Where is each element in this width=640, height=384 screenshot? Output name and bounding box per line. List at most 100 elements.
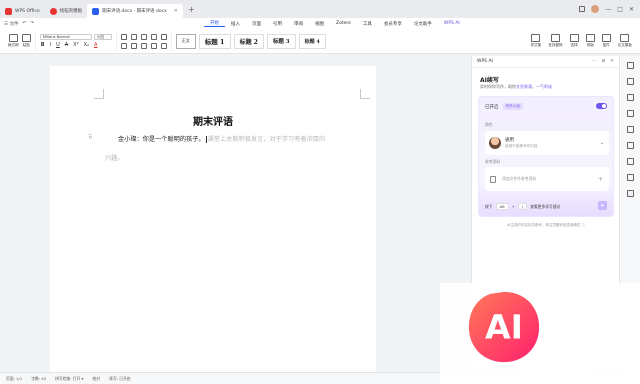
- search-icon: [550, 34, 560, 42]
- cursor-icon[interactable]: [626, 78, 634, 85]
- ai-panel-title: WPS AI: [477, 59, 493, 64]
- margin-mark: [360, 89, 370, 99]
- layout-icon[interactable]: [579, 6, 586, 12]
- word-count[interactable]: 字数: 40: [31, 376, 46, 382]
- word-doc-icon: [92, 7, 100, 15]
- persona-tag[interactable]: 写作人设: [502, 103, 523, 110]
- minimize-button[interactable]: —: [605, 6, 611, 13]
- continue-status[interactable]: 续写: 已开启: [109, 376, 130, 382]
- tab-document[interactable]: 期末评语.docx · 期末评语.docx ✕: [87, 4, 183, 18]
- menu-view[interactable]: 视图: [309, 21, 330, 27]
- align-right-icon[interactable]: [140, 42, 147, 49]
- undo-icon[interactable]: ↶: [22, 21, 26, 26]
- justify-icon[interactable]: [150, 42, 157, 49]
- bold-button[interactable]: B: [40, 42, 46, 48]
- find-replace-button[interactable]: 查找替换: [548, 34, 563, 48]
- spell-check[interactable]: 拼写检查: 打开 ▾: [55, 376, 83, 382]
- align-center-icon[interactable]: [130, 42, 137, 49]
- plugins-button[interactable]: 插件: [601, 34, 611, 48]
- add-icon[interactable]: +: [598, 176, 603, 183]
- menu-page[interactable]: 页面: [246, 21, 267, 27]
- close-icon[interactable]: ✕: [610, 59, 614, 64]
- select-button[interactable]: 选择: [569, 34, 579, 48]
- document-page[interactable]: 期末评语 ⠿ 金小璨：你是一个聪明的孩子。 课堂上总能积极发言，对于学习有着浓厚的…: [50, 66, 376, 380]
- tab-templates[interactable]: 找稻壳模板: [45, 4, 88, 18]
- page-count[interactable]: 页面: 1/1: [6, 376, 22, 382]
- reference-upload[interactable]: 添加文件作参考资料 +: [485, 167, 609, 191]
- menu-thesis[interactable]: 论文助手: [408, 21, 438, 27]
- menu-insert[interactable]: 插入: [225, 21, 246, 27]
- more-icon[interactable]: ⋯: [592, 59, 597, 64]
- subscript-button[interactable]: X₂: [83, 42, 90, 48]
- settings-icon[interactable]: [626, 174, 634, 181]
- edit-icon[interactable]: [626, 110, 634, 117]
- thesis-template-button[interactable]: 论文模板: [618, 34, 632, 48]
- new-tab-button[interactable]: +: [188, 5, 195, 14]
- tab-label: 找稻壳模板: [59, 9, 83, 14]
- shortcut-hint: 按下 Alt + J 查看更多续写建议: [485, 203, 560, 210]
- redo-icon[interactable]: ↷: [30, 21, 34, 26]
- align-left-icon[interactable]: [120, 42, 127, 49]
- comment-icon[interactable]: [626, 126, 634, 133]
- ai-write-icon[interactable]: [626, 190, 634, 197]
- close-window-button[interactable]: ✕: [629, 6, 634, 13]
- indent-icon[interactable]: [150, 33, 157, 40]
- menu-wps-ai[interactable]: WPS AI: [438, 21, 466, 26]
- ai-settings-card: 已开启 写作人设 角色 通用 适用于各种写作内容 ⌄ 参考资料 添加文件作参考资…: [478, 96, 614, 217]
- tab-label: 期末评语.docx · 期末评语.docx: [102, 9, 167, 14]
- close-tab-icon[interactable]: ✕: [174, 8, 178, 14]
- menu-tools[interactable]: 工具: [357, 21, 378, 27]
- reference-section-label: 参考资料: [485, 159, 501, 164]
- document-title[interactable]: 期末评语: [50, 113, 376, 128]
- line-spacing-icon[interactable]: [160, 42, 167, 49]
- style-heading-4[interactable]: 标题 4: [298, 33, 326, 49]
- proofread[interactable]: 校对: [93, 376, 101, 382]
- bullet-list-icon[interactable]: [120, 33, 127, 40]
- filter-icon[interactable]: [626, 94, 634, 101]
- menu-zotero[interactable]: Zotero: [330, 21, 357, 26]
- italic-button[interactable]: I: [49, 42, 52, 48]
- image-icon[interactable]: [626, 158, 634, 165]
- thesis-template-label: 论文模板: [617, 43, 632, 47]
- maximize-button[interactable]: □: [617, 6, 623, 13]
- sort-icon[interactable]: [160, 33, 167, 40]
- tab-wps-office[interactable]: WPS Office: [0, 4, 45, 18]
- menu-references[interactable]: 引用: [267, 21, 288, 27]
- strikethrough-button[interactable]: A: [64, 42, 69, 48]
- drag-handle-icon[interactable]: ⠿: [88, 134, 92, 141]
- brush-icon: [8, 34, 18, 42]
- paragraph-line[interactable]: 金小璨：你是一个聪明的孩子。 课堂上总能积极发言，对于学习有着浓厚的: [118, 134, 325, 143]
- superscript-button[interactable]: X²: [72, 42, 79, 48]
- wps-logo-icon: [5, 7, 12, 15]
- menu-home[interactable]: 开始: [204, 20, 225, 27]
- paste-button[interactable]: 粘贴: [21, 34, 31, 48]
- style-set-button[interactable]: 样式集: [530, 34, 541, 48]
- file-menu[interactable]: ☰ 文件: [4, 21, 18, 27]
- hint-suffix: 查看更多续写建议: [530, 203, 561, 209]
- style-heading-1[interactable]: 标题 1: [198, 33, 231, 49]
- translate-icon[interactable]: [626, 142, 634, 149]
- font-color-button[interactable]: A: [93, 42, 98, 48]
- pin-icon[interactable]: ⊟: [601, 59, 605, 64]
- outdent-icon[interactable]: [140, 33, 147, 40]
- layout-button[interactable]: 排版: [585, 34, 595, 48]
- font-size-select[interactable]: 小四: [93, 34, 112, 40]
- font-family-select[interactable]: MiSans Normal: [39, 34, 92, 40]
- role-select[interactable]: 通用 适用于各种写作内容 ⌄: [485, 131, 609, 155]
- style-heading-3[interactable]: 标题 3: [266, 33, 296, 49]
- format-painter-button[interactable]: 格式刷: [8, 34, 19, 48]
- role-section-label: 角色: [485, 122, 493, 127]
- style-normal[interactable]: 正文: [175, 33, 196, 49]
- underline-button[interactable]: U: [55, 42, 61, 48]
- file-icon: [490, 175, 496, 183]
- select-icon[interactable]: [626, 62, 634, 69]
- menu-review[interactable]: 审阅: [288, 21, 309, 27]
- continue-toggle[interactable]: [596, 103, 607, 109]
- send-icon[interactable]: ➤: [598, 201, 607, 210]
- style-heading-2[interactable]: 标题 2: [233, 33, 264, 49]
- user-avatar[interactable]: [591, 5, 600, 13]
- tab-label: WPS Office: [15, 8, 40, 14]
- paste-label: 粘贴: [22, 43, 30, 47]
- number-list-icon[interactable]: [130, 33, 137, 40]
- menu-member[interactable]: 会员专享: [378, 21, 408, 27]
